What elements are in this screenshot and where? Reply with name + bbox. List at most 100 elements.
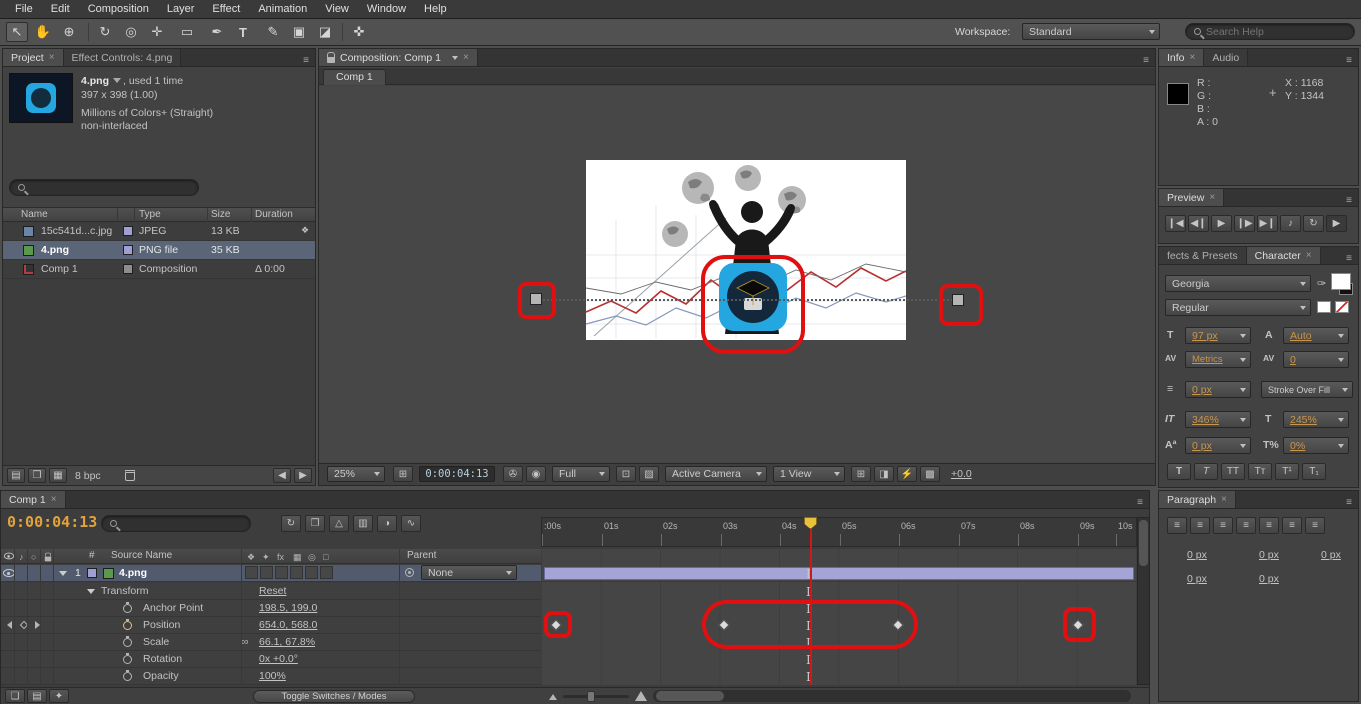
ram-preview-button[interactable]: ▶ <box>1326 215 1347 232</box>
fill-color-swatch[interactable] <box>1331 273 1351 290</box>
rotation-tool[interactable]: ↻ <box>94 22 116 42</box>
leading-dropdown[interactable]: Auto <box>1283 327 1349 344</box>
first-frame-button[interactable]: ❙◀ <box>1165 215 1186 232</box>
panel-menu-icon[interactable]: ≡ <box>1340 195 1358 206</box>
menu-window[interactable]: Window <box>358 3 415 15</box>
timeline-search-input[interactable] <box>122 517 242 530</box>
clone-stamp-tool[interactable]: ▣ <box>288 22 310 42</box>
menu-view[interactable]: View <box>316 3 358 15</box>
frame-blend-switch[interactable] <box>290 566 303 579</box>
font-style-dropdown[interactable]: Regular <box>1165 299 1311 316</box>
shape-tool[interactable]: ▭ <box>176 22 198 42</box>
tab-timeline-comp1[interactable]: Comp 1 × <box>1 491 66 508</box>
motion-blur-icon[interactable]: ◑ <box>377 515 397 532</box>
superscript-button[interactable]: T¹ <box>1275 463 1299 480</box>
view-layout-dropdown[interactable]: 1 View <box>773 466 845 482</box>
interpret-footage-icon[interactable]: ▤ <box>7 468 25 483</box>
all-caps-button[interactable]: TT <box>1221 463 1245 480</box>
audio-mute-button[interactable]: ♪ <box>1280 215 1301 232</box>
anchor-point-value[interactable]: 198.5, 199.0 <box>259 602 317 614</box>
tab-effects-presets[interactable]: fects & Presets <box>1159 247 1247 264</box>
trash-icon[interactable] <box>125 470 135 481</box>
timeline-zoom-slider[interactable] <box>563 691 629 702</box>
flowchart-icon[interactable]: ▩ <box>920 466 940 482</box>
transform-reset[interactable]: Reset <box>259 585 286 597</box>
font-family-dropdown[interactable]: Georgia <box>1165 275 1311 292</box>
zoom-out-mountain-icon[interactable] <box>549 694 557 700</box>
scrollbar-thumb[interactable] <box>1139 520 1148 566</box>
eyedropper-icon[interactable]: ✑ <box>1317 277 1326 290</box>
font-size-dropdown[interactable]: 97 px <box>1185 327 1251 344</box>
comp-image-svg[interactable] <box>586 160 906 340</box>
align-left-button[interactable]: ≡ <box>1167 517 1187 534</box>
graph-editor-icon[interactable]: ∿ <box>401 515 421 532</box>
puppet-pin-tool[interactable]: ✜ <box>348 22 370 42</box>
tsume-dropdown[interactable]: 0% <box>1283 437 1349 454</box>
previous-keyframe-icon[interactable] <box>7 621 12 629</box>
close-icon[interactable]: × <box>463 52 469 63</box>
play-button[interactable]: ▶ <box>1211 215 1232 232</box>
indent-left-value[interactable]: 0 px <box>1187 549 1207 561</box>
kerning-dropdown[interactable]: Metrics <box>1185 351 1251 368</box>
tab-preview[interactable]: Preview × <box>1159 189 1225 206</box>
faux-italic-button[interactable]: T <box>1194 463 1218 480</box>
brush-tool[interactable]: ✎ <box>262 22 284 42</box>
camera-tool[interactable]: ◎ <box>120 22 142 42</box>
quality-switch[interactable] <box>245 566 258 579</box>
parent-column[interactable]: Parent <box>407 550 436 561</box>
first-line-indent-value[interactable]: 0 px <box>1321 549 1341 561</box>
justify-last-left-button[interactable]: ≡ <box>1236 517 1256 534</box>
stroke-width-value[interactable]: 0 px <box>1192 384 1212 396</box>
label-color-chip[interactable] <box>123 245 133 255</box>
property-row-position[interactable]: Position 654.0, 568.0 <box>1 617 541 634</box>
stopwatch-icon[interactable] <box>123 602 132 613</box>
panel-menu-icon[interactable]: ≡ <box>1340 253 1358 264</box>
stroke-width-dropdown[interactable]: 0 px <box>1185 381 1251 398</box>
horizontal-scale-dropdown[interactable]: 245% <box>1283 411 1349 428</box>
swap-fill-swatch[interactable] <box>1317 301 1331 313</box>
justify-last-right-button[interactable]: ≡ <box>1282 517 1302 534</box>
zoom-slider-thumb[interactable] <box>587 691 595 702</box>
fast-previews-icon[interactable]: ◨ <box>874 466 894 482</box>
expand-layers-icon[interactable]: ❏ <box>5 689 25 703</box>
tab-audio[interactable]: Audio <box>1204 49 1249 66</box>
panel-menu-icon[interactable]: ≡ <box>1137 55 1155 66</box>
property-row-rotation[interactable]: Rotation 0x +0.0° <box>1 651 541 668</box>
frame-blending-icon[interactable]: ▥ <box>353 515 373 532</box>
resolution-dropdown[interactable]: Full <box>552 466 610 482</box>
layer-label-chip[interactable] <box>87 568 97 578</box>
property-row-anchor-point[interactable]: Anchor Point 198.5, 199.0 <box>1 600 541 617</box>
tsume-value[interactable]: 0% <box>1290 440 1305 452</box>
hide-shy-layers-icon[interactable]: △ <box>329 515 349 532</box>
close-icon[interactable]: × <box>49 52 55 63</box>
layer-duration-bar[interactable] <box>544 567 1134 580</box>
panel-menu-icon[interactable]: ≡ <box>1340 55 1358 66</box>
align-right-button[interactable]: ≡ <box>1213 517 1233 534</box>
viewer-tab-comp1[interactable]: Comp 1 <box>323 69 386 85</box>
panel-menu-icon[interactable]: ≡ <box>297 55 315 66</box>
zoom-tool[interactable]: ⊕ <box>58 22 80 42</box>
column-size[interactable]: Size <box>211 209 230 220</box>
tracking-value[interactable]: 0 <box>1290 354 1296 366</box>
loop-button[interactable]: ↻ <box>1303 215 1324 232</box>
close-icon[interactable]: × <box>51 494 57 505</box>
fx-switch[interactable] <box>275 566 288 579</box>
timeline-horizontal-scrollbar[interactable] <box>653 690 1131 702</box>
parent-dropdown[interactable]: None <box>421 565 517 580</box>
menu-edit[interactable]: Edit <box>42 3 79 15</box>
align-center-button[interactable]: ≡ <box>1190 517 1210 534</box>
stopwatch-icon[interactable] <box>123 636 132 647</box>
column-name[interactable]: Name <box>21 209 48 220</box>
layer-row-4png[interactable]: 1 4.png None <box>1 565 541 582</box>
scrollbar-thumb[interactable] <box>656 691 724 701</box>
tracking-dropdown[interactable]: 0 <box>1283 351 1349 368</box>
effects-switch[interactable] <box>260 566 273 579</box>
project-search-input[interactable] <box>30 181 190 194</box>
stopwatch-icon[interactable] <box>123 670 132 681</box>
time-ruler[interactable]: :00s 01s 02s 03s 04s 05s 06s 07s 08s 09s… <box>541 517 1137 547</box>
parent-pickwhip-icon[interactable] <box>405 568 414 577</box>
project-bit-depth[interactable]: 8 bpc <box>75 470 101 482</box>
close-icon[interactable]: × <box>1190 52 1196 63</box>
safe-guides-icon[interactable]: ⊞ <box>393 466 413 482</box>
space-before-value[interactable]: 0 px <box>1187 573 1207 585</box>
